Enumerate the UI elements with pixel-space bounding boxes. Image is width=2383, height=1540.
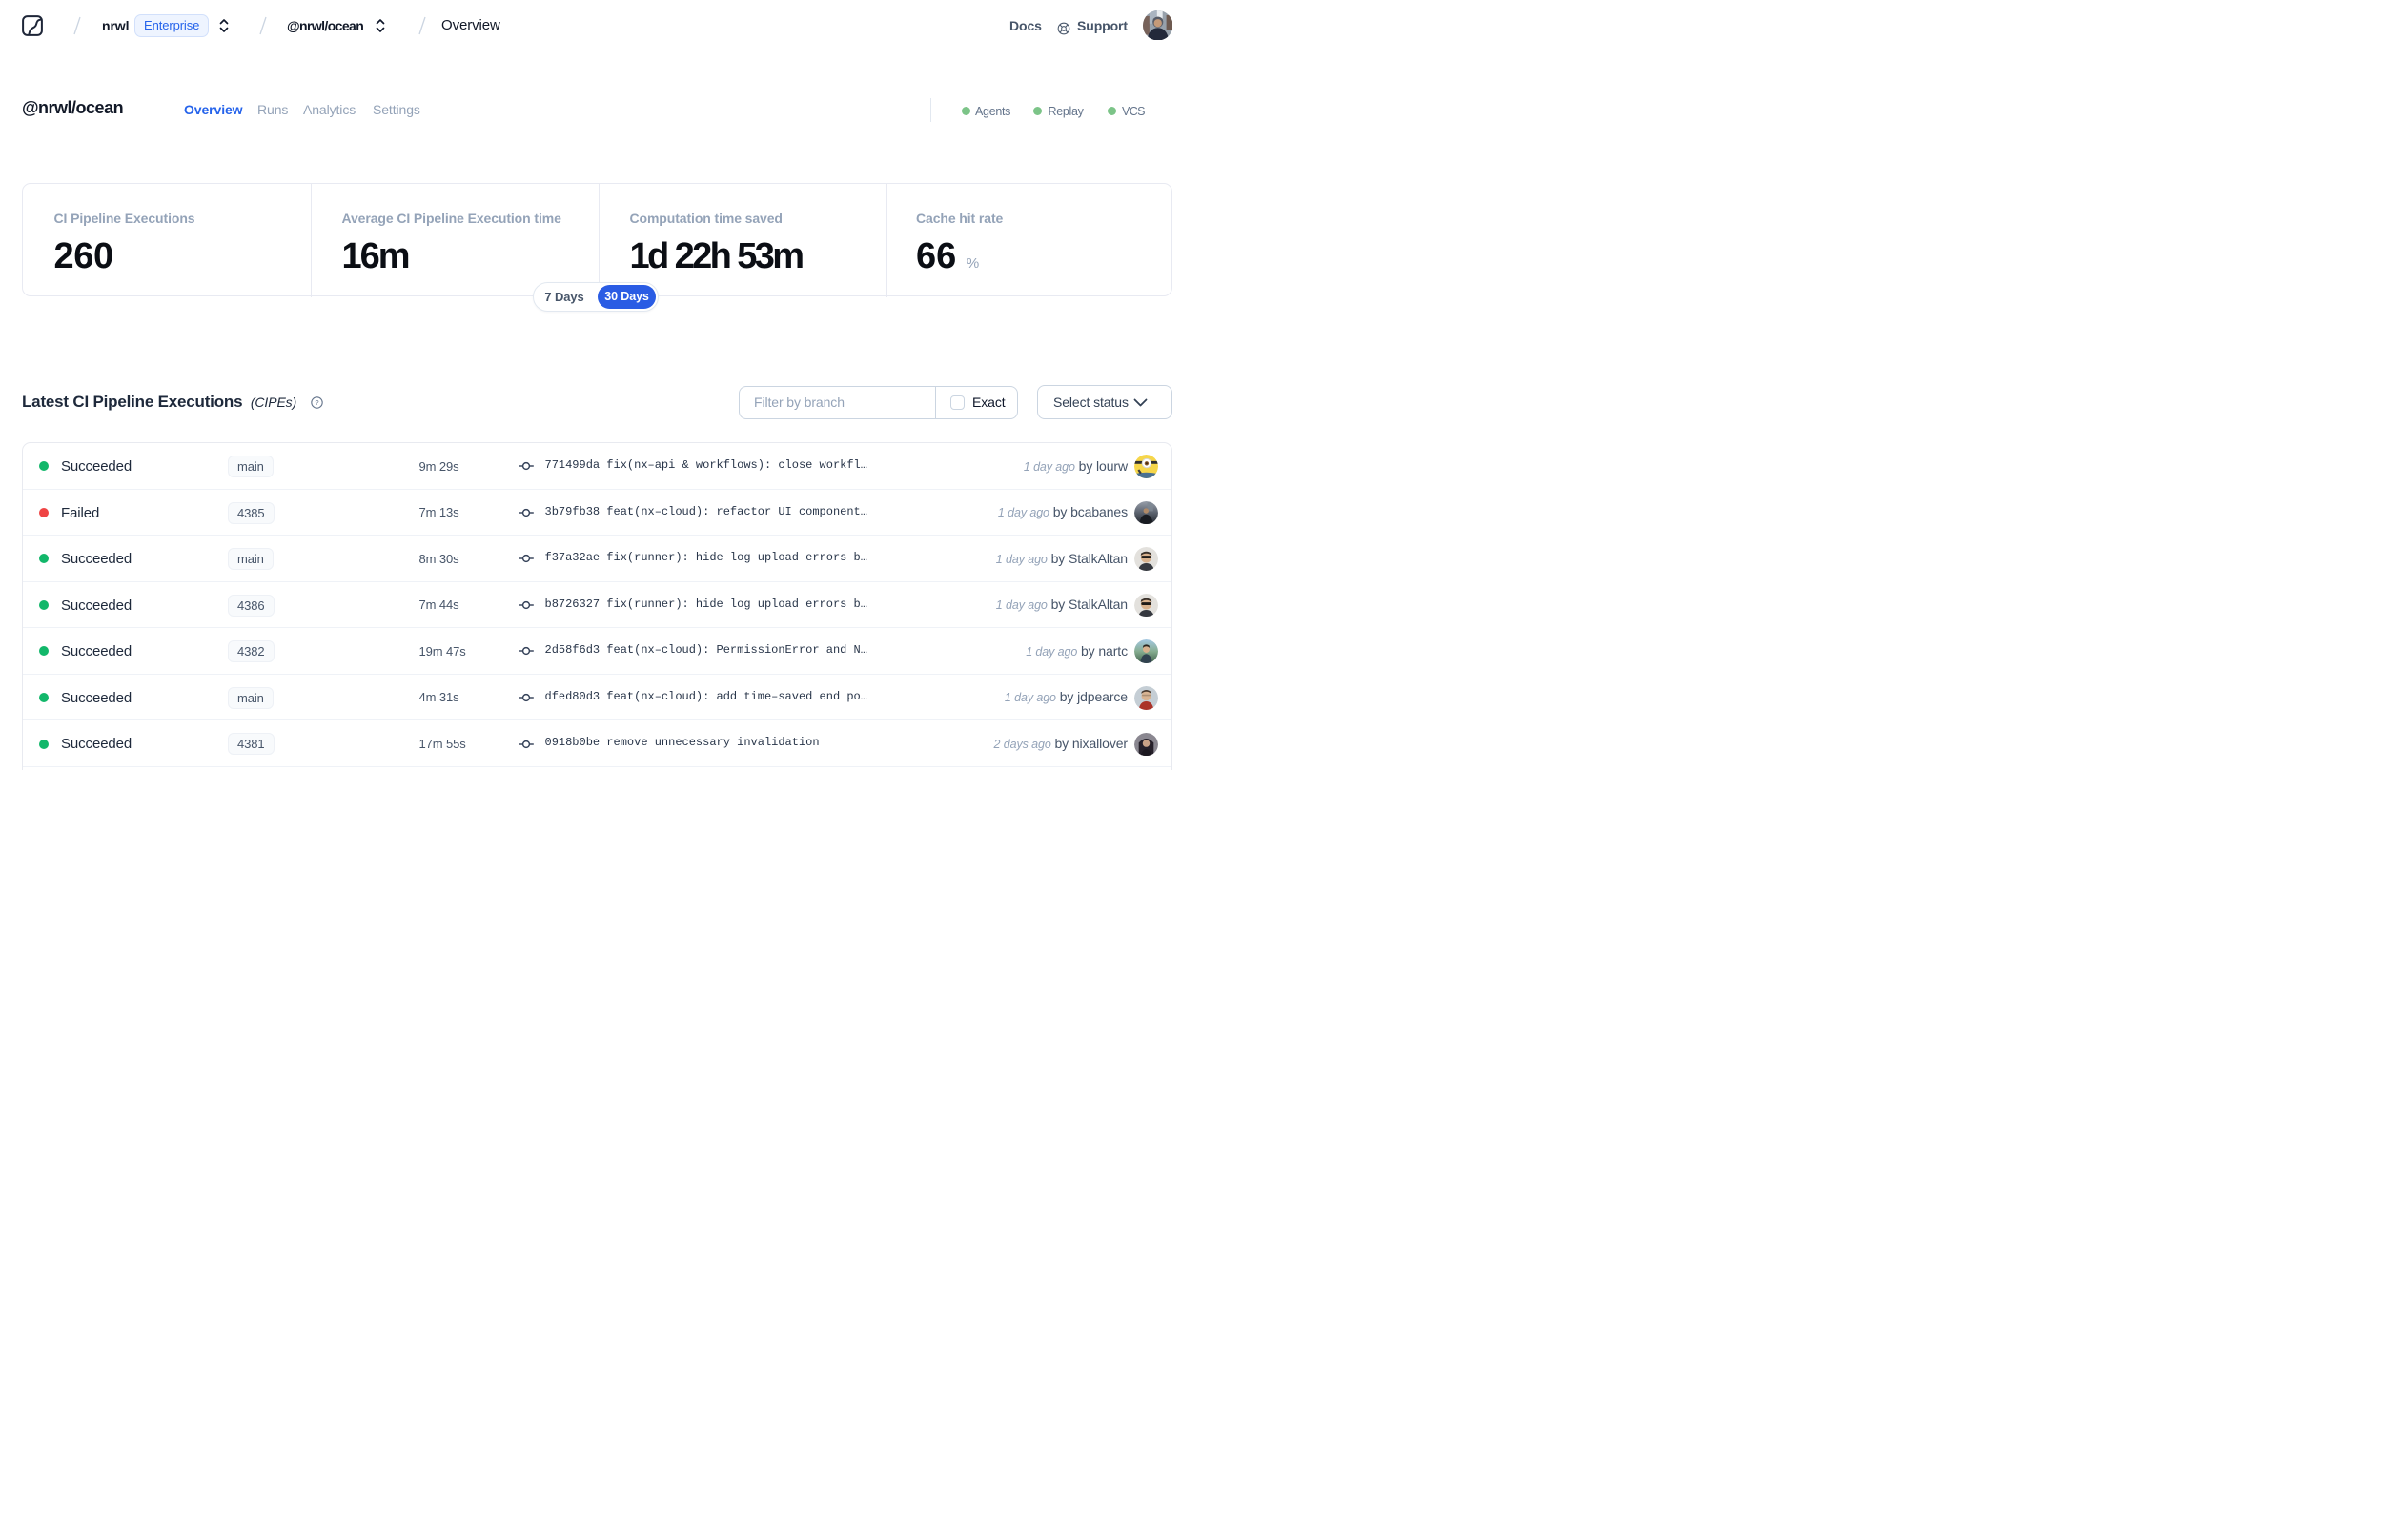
svg-text:?: ? [315, 398, 318, 407]
